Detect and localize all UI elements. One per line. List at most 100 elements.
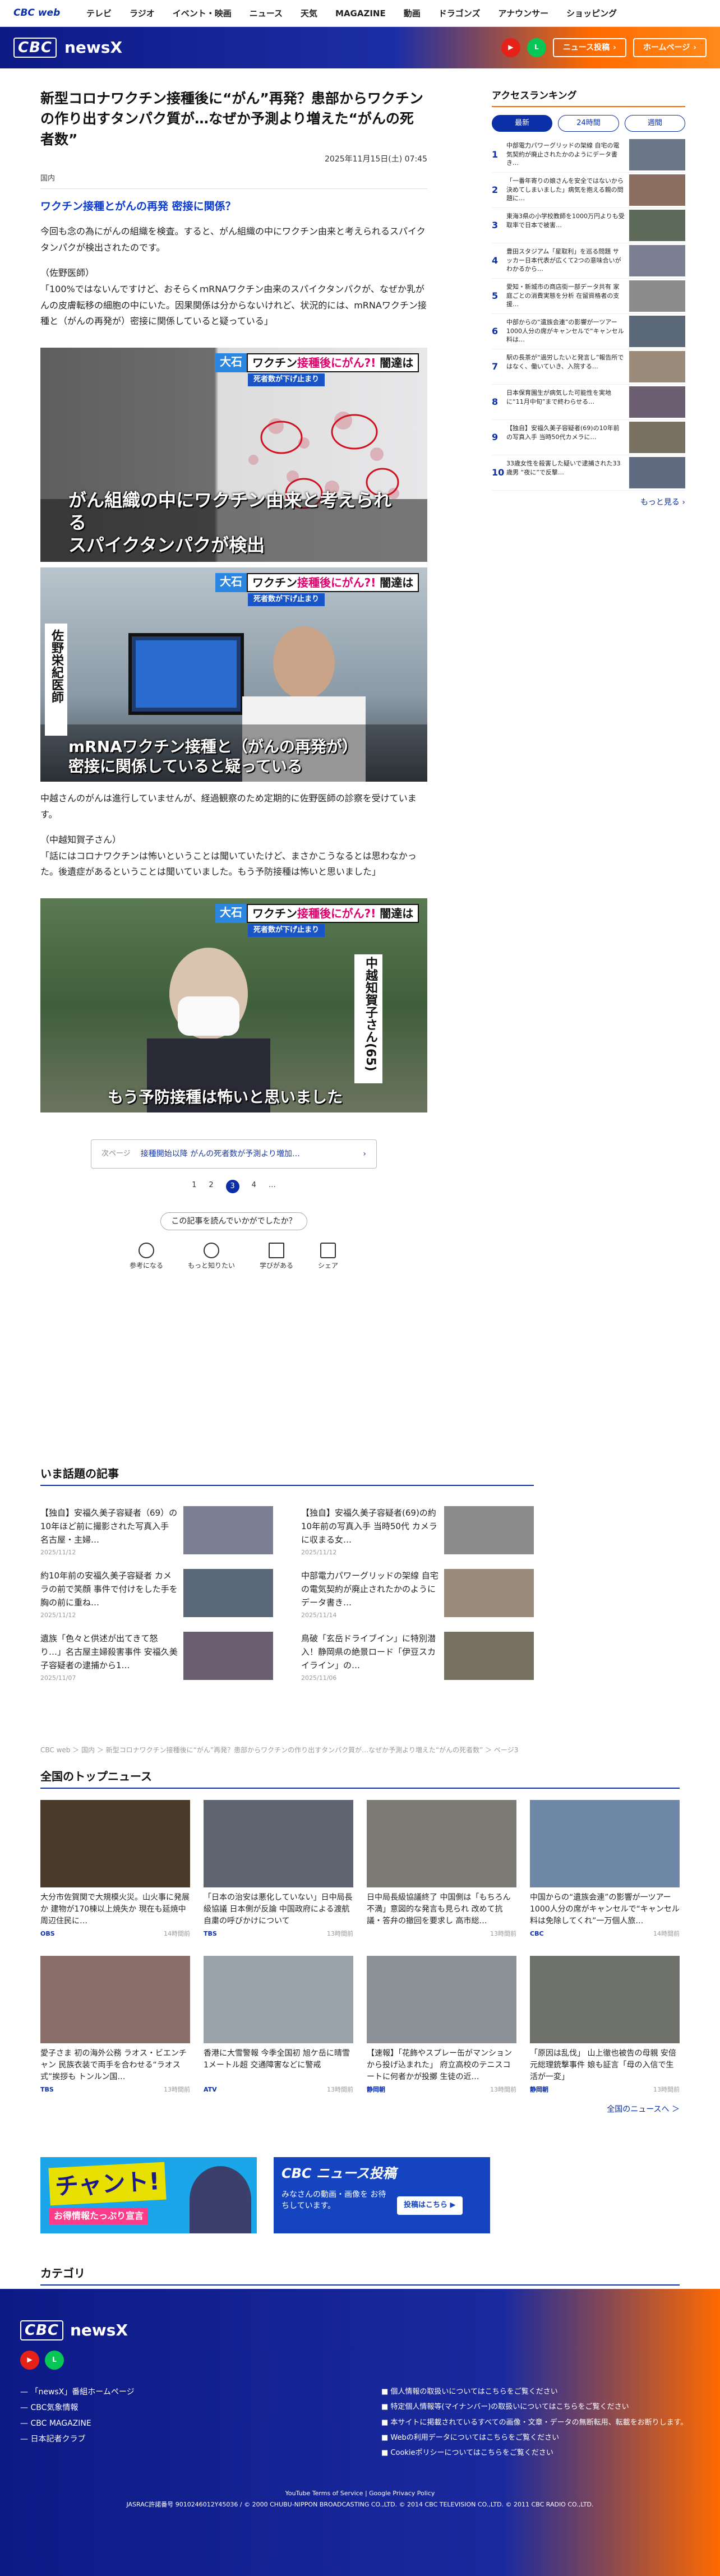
- ranking-thumbnail: [629, 422, 685, 454]
- top-news-item[interactable]: 大分市佐賀関で大規模火災。山火事に発展か 建物が170棟以上焼失か 現在も延焼中…: [40, 1800, 190, 1939]
- top-news-source: 静岡朝: [530, 2085, 548, 2093]
- top-news-item[interactable]: 日中局長級協議終了 中国側は「もちろん不満」意図的な発言も見られ 改めて抗議・答…: [367, 1800, 516, 1939]
- ranking-item[interactable]: 10 33歳女性を殺害した疑いで逮捕された33歳男 “夜に”で反撃…: [492, 455, 685, 491]
- footer-link-label: 日本記者クラブ: [30, 2435, 86, 2444]
- reaction-buttons: 参考になる もっと知りたい 学びがある シェア: [130, 1243, 338, 1271]
- trending-grid: 【独自】安福久美子容疑者（69）の10年ほど前に撮影された写真入手 名古屋・主婦…: [40, 1506, 534, 1682]
- next-page-button[interactable]: 次ページ 接種開始以降 がんの死者数が予測より増加… ›: [91, 1139, 377, 1169]
- trending-item[interactable]: 【独自】安福久美子容疑者(69)の約10年前の写真入手 当時50代 カメラに収ま…: [301, 1506, 534, 1557]
- article-category: 国内: [40, 173, 427, 189]
- trending-date: 2025/11/14: [301, 1612, 337, 1619]
- ranking-item[interactable]: 9 【独自】安福久美子容疑者(69)の10年前の写真入手 当時50代カメラに…: [492, 420, 685, 456]
- top-news-item[interactable]: 中国からの“遺族会連”の影響が一ツアー1000人分の席がキャンセルで“キャンセル…: [530, 1800, 680, 1939]
- top-news-more-link[interactable]: 全国のニュースへ ＞: [40, 2103, 680, 2116]
- top-news-source: OBS: [40, 1930, 55, 1937]
- trending-headline: 遺族「色々と供述が出てきて怒り…」名古屋主婦殺害事件 安福久美子容疑者の逮捕から…: [40, 1633, 178, 1670]
- page-ellipsis: …: [268, 1181, 276, 1190]
- chevron-right-icon: ›: [693, 43, 696, 52]
- trending-thumbnail: [444, 1632, 534, 1680]
- page-link[interactable]: 4: [252, 1180, 256, 1193]
- footer-policy-label: Cookieポリシーについてはこちらをご覧ください: [390, 2449, 553, 2458]
- top-news-thumbnail: [367, 1955, 516, 2043]
- ranking-item[interactable]: 8 日本保育園生が病気した可能性を実地に“11月中旬”まで終わらせる…: [492, 385, 685, 421]
- share-button[interactable]: シェア: [318, 1243, 338, 1271]
- chant-banner[interactable]: チャント! お得情報たっぷり宣言: [40, 2157, 257, 2233]
- trending-item[interactable]: 鳥破「玄岳ドライブイン」に特別潜入！静岡県の絶景ロード「伊豆スカイライン」の… 2…: [301, 1632, 534, 1682]
- top-news-headline: 日中局長級協議終了 中国側は「もちろん不満」意図的な発言も見られ 改めて抗議・答…: [367, 1893, 511, 1926]
- footer-policy-link[interactable]: ■ 特定個人情報等(マイナンバー)の取扱いについてはこちらをご覧ください: [381, 2399, 695, 2415]
- youtube-icon[interactable]: ▶: [20, 2351, 39, 2370]
- trending-item[interactable]: 中部電力パワーグリッドの架線 自宅の電気契約が廃止されたかのようにデータ書き… 2…: [301, 1569, 534, 1619]
- trending-date: 2025/11/12: [301, 1549, 337, 1556]
- footer-brand[interactable]: CBC newsX: [20, 2318, 128, 2343]
- reaction-more-button[interactable]: もっと知りたい: [188, 1243, 235, 1271]
- footer-policy-link[interactable]: ■ Cookieポリシーについてはこちらをご覧ください: [381, 2445, 695, 2460]
- nav-events[interactable]: イベント・映画: [173, 7, 232, 20]
- ranking-thumbnail: [629, 316, 685, 348]
- page-link[interactable]: 2: [209, 1180, 213, 1193]
- news-post-button[interactable]: ニュース投稿 ›: [552, 38, 626, 57]
- reaction-helpful-button[interactable]: 参考になる: [130, 1243, 163, 1271]
- cbc-web-logo[interactable]: CBC web: [13, 6, 75, 21]
- nav-dragons[interactable]: ドラゴンズ: [439, 7, 481, 20]
- nav-shopping[interactable]: ショッピング: [566, 7, 617, 20]
- page-link[interactable]: 1: [192, 1180, 196, 1193]
- ranking-item[interactable]: 4 豊田スタジアム「星取利」を巡る問題 サッカー日本代表が広くて2つの意味合いがわ…: [492, 243, 685, 279]
- ranking-item[interactable]: 3 東海3県の小学校教師を1000万円よりも受取率で日本で被害…: [492, 208, 685, 244]
- top-news-item[interactable]: 愛子さま 初の海外公務 ラオス・ビエンチャン 民族衣装で両手を合わせる“ラオス式…: [40, 1955, 190, 2095]
- nav-announcer[interactable]: アナウンサー: [498, 7, 548, 20]
- chant-banner-title: チャント!: [48, 2162, 167, 2206]
- trending-item[interactable]: 【独自】安福久美子容疑者（69）の10年ほど前に撮影された写真入手 名古屋・主婦…: [40, 1506, 273, 1557]
- news-post-banner-button[interactable]: 投稿はこちら ▶: [397, 2196, 463, 2215]
- program-title: ワクチン接種後にがん?! 闇達は: [247, 353, 419, 373]
- top-news-item[interactable]: 「日本の治安は悪化していない」日中局長級協議 日本側が反論 中国政府による渡航自…: [204, 1800, 353, 1939]
- footer-policy-link[interactable]: ■ 本サイトに掲載されているすべての画像・文章・データの無断転用、転載をお断りし…: [381, 2415, 695, 2430]
- line-icon[interactable]: L: [45, 2351, 64, 2370]
- paragraph: 今回も念の為にがんの組織を検査。すると、がん組織の中にワクチン由来と考えられるス…: [40, 226, 426, 253]
- footer-link[interactable]: — 「newsX」番組ホームページ: [20, 2384, 135, 2400]
- footer-link[interactable]: — 日本記者クラブ: [20, 2431, 135, 2447]
- tab-weekly[interactable]: 週間: [624, 115, 685, 132]
- top-news-item[interactable]: 香港に大雪警報 今季全国初 旭ケ岳に晴雪1メートル超 交通障害などに警戒 ATV 1…: [204, 1955, 353, 2095]
- ranking-more-link[interactable]: もっと見る ›: [492, 496, 685, 509]
- newsx-brand[interactable]: CBC newsX: [13, 35, 122, 61]
- ranking-item[interactable]: 7 駅の長茶が“過労したいと発言し”報告所ではなく、働いていき、入院する…: [492, 349, 685, 385]
- ranking-item[interactable]: 5 愛知・新城市の商店街一部データ共有 家庭ごとの消費実態を分析 在留資格者の支援…: [492, 279, 685, 315]
- ranking-item[interactable]: 1 中部電力パワーグリッドの架線 自宅の電気契約が廃止されたかのようにデータ書き…: [492, 137, 685, 173]
- trending-item[interactable]: 遺族「色々と供述が出てきて怒り…」名古屋主婦殺害事件 安福久美子容疑者の逮捕から…: [40, 1632, 273, 1682]
- footer-link[interactable]: — CBC気象情報: [20, 2400, 135, 2416]
- trending-item[interactable]: 約10年前の安福久美子容疑者 カメラの前で笑顔 事件で付けをした手を胸の前に重ね…: [40, 1569, 273, 1619]
- line-icon[interactable]: L: [527, 38, 546, 57]
- program-title: ワクチン接種後にがん?! 闇達は: [247, 573, 419, 593]
- nav-radio[interactable]: ラジオ: [130, 7, 155, 20]
- caption-line-highlight: mRNAワクチン接種と（がんの再発が）: [68, 737, 358, 756]
- top-news-item[interactable]: 「原因は乱伐」 山上徹也被告の母親 安倍元総理銃撃事件 娘も証言「母の入信で生活…: [530, 1955, 680, 2095]
- youtube-icon[interactable]: ▶: [501, 38, 520, 57]
- top-news-meta: CBC 14時間前: [530, 1929, 680, 1939]
- ranking-item[interactable]: 2 「一番年寄りの娘さんを安全ではないから決めてしまいました」病気を抱える親の問題…: [492, 173, 685, 209]
- ranking-item[interactable]: 6 中部からの“遺族会連”の影響が一ツアー1000人分の席がキャンセルで“キャンセ…: [492, 314, 685, 350]
- nav-weather[interactable]: 天気: [301, 7, 317, 20]
- nav-tv[interactable]: テレビ: [86, 7, 112, 20]
- top-news-item[interactable]: 【速報】「花飾やスプレー缶がマンションから投げ込まれた」 府立高校のテニスコート…: [367, 1955, 516, 2095]
- footer-terms[interactable]: YouTube Terms of Service | Google Privac…: [0, 2489, 720, 2499]
- footer-copyright: JASRAC許諾番号 9010246012Y45036 / © 2000 CHU…: [126, 2501, 594, 2508]
- footer-policy-link[interactable]: ■ 個人情報の取扱いについてはこちらをご覧ください: [381, 2384, 695, 2399]
- top-news-meta: OBS 14時間前: [40, 1929, 190, 1939]
- reaction-learn-button[interactable]: 学びがある: [260, 1243, 293, 1271]
- top-news-time: 13時間前: [653, 2085, 680, 2093]
- category-link[interactable]: 国内: [40, 174, 55, 183]
- page-link-current[interactable]: 3: [225, 1180, 239, 1194]
- news-post-banner[interactable]: CBC ニュース投稿 みなさんの動画・画像を お待ちしています。 投稿はこちら …: [274, 2157, 490, 2233]
- tab-latest[interactable]: 最新: [492, 115, 553, 132]
- nav-magazine[interactable]: MAGAZINE: [335, 7, 386, 20]
- news-post-banner-sub: みなさんの動画・画像を お待ちしています。: [281, 2190, 386, 2210]
- nav-news[interactable]: ニュース: [250, 7, 283, 20]
- nav-video[interactable]: 動画: [404, 7, 421, 20]
- cbc-logo: CBC: [20, 2320, 63, 2341]
- homepage-button[interactable]: ホームページ ›: [633, 38, 707, 57]
- footer-link[interactable]: — CBC MAGAZINE: [20, 2416, 135, 2431]
- tab-24h[interactable]: 24時間: [558, 115, 619, 132]
- access-ranking: アクセスランキング 最新 24時間 週間 1 中部電力パワーグリッドの架線 自宅の…: [492, 89, 685, 509]
- footer-policy-link[interactable]: ■ Webの利用データについてはこちらをご覧ください: [381, 2430, 695, 2445]
